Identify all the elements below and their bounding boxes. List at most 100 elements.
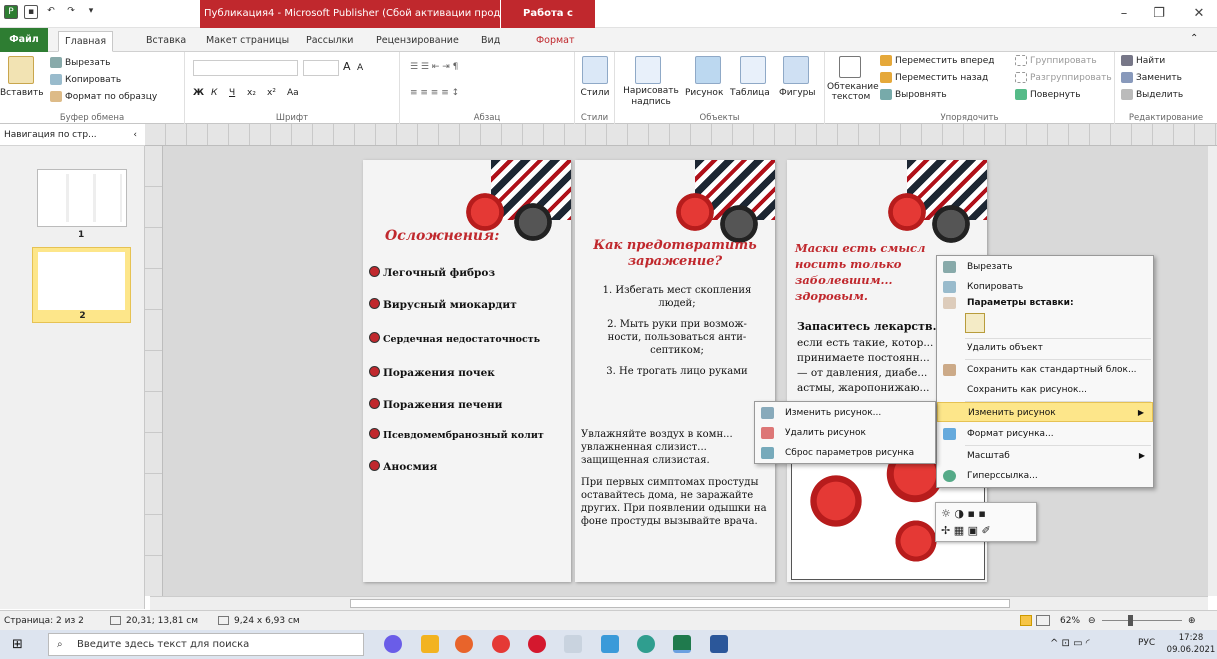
zoom-level[interactable]: 62%	[1060, 611, 1080, 631]
paste-icon[interactable]	[8, 56, 34, 84]
undo-icon[interactable]: ↶	[44, 5, 58, 19]
tab-mailings[interactable]: Рассылки	[300, 31, 359, 52]
horizontal-scrollbar[interactable]	[150, 596, 1208, 610]
menu-save-building-block[interactable]: Сохранить как стандартный блок...	[937, 360, 1153, 380]
replace-button[interactable]: Заменить	[1121, 71, 1182, 85]
tab-review[interactable]: Рецензирование	[370, 31, 465, 52]
font-name-input[interactable]	[193, 60, 298, 76]
paste-button[interactable]: Вставить	[0, 86, 44, 100]
picture-icon[interactable]	[695, 56, 721, 84]
tab-file[interactable]: Файл	[0, 28, 48, 52]
tab-home[interactable]: Главная	[58, 31, 114, 52]
align-icons[interactable]: ≡ ≡ ≡ ≡ ↕	[410, 86, 459, 100]
tab-format[interactable]: Формат	[530, 31, 581, 52]
windows-start-icon[interactable]: ⊞	[12, 638, 23, 651]
menu-save-as-picture[interactable]: Сохранить как рисунок...	[937, 380, 1153, 400]
word-taskbar-icon[interactable]	[710, 635, 728, 653]
yandex-browser-icon[interactable]	[492, 635, 510, 653]
opera-icon[interactable]	[528, 635, 546, 653]
submenu-change-picture[interactable]: Изменить рисунок...	[755, 403, 935, 423]
styles-icon[interactable]	[582, 56, 608, 84]
tab-insert[interactable]: Вставка	[140, 31, 192, 52]
change-case-button[interactable]: Aa	[287, 86, 299, 100]
menu-delete-object[interactable]: Удалить объект	[937, 338, 1153, 358]
edge-icon[interactable]	[637, 635, 655, 653]
menu-change-picture[interactable]: Изменить рисунок ▶	[937, 402, 1153, 422]
taskbar-search-input[interactable]: ⌕ Введите здесь текст для поиска	[48, 633, 364, 656]
grow-font-button[interactable]: A	[343, 60, 351, 74]
publisher-taskbar-icon[interactable]	[673, 635, 691, 653]
zoom-slider[interactable]	[1102, 620, 1182, 621]
customize-qat-icon[interactable]: ▾	[84, 5, 98, 19]
cortana-icon[interactable]	[384, 635, 402, 653]
panel-complications[interactable]: Осложнения: Легочный фиброз Вирусный мио…	[363, 160, 571, 582]
store-icon[interactable]	[601, 635, 619, 653]
page-thumbnail-1[interactable]	[37, 169, 127, 227]
horizontal-scroll-thumb[interactable]	[350, 599, 1010, 608]
font-size-input[interactable]	[303, 60, 339, 76]
align-button[interactable]: Выровнять	[880, 88, 947, 102]
redo-icon[interactable]: ↷	[64, 5, 78, 19]
menu-zoom[interactable]: Масштаб ▶	[937, 446, 1153, 466]
select-button[interactable]: Выделить	[1121, 88, 1183, 102]
close-icon[interactable]: ✕	[1185, 4, 1213, 24]
vertical-ruler[interactable]	[145, 146, 163, 596]
menu-hyperlink[interactable]: Гиперссылка...	[937, 466, 1153, 486]
restore-icon[interactable]: ❐	[1145, 4, 1173, 24]
bold-button[interactable]: Ж	[193, 86, 204, 100]
shapes-icon[interactable]	[783, 56, 809, 84]
menu-cut[interactable]: Вырезать	[937, 257, 1153, 277]
bullets-icon[interactable]: ☰ ☰ ⇤ ⇥ ¶	[410, 60, 458, 74]
two-page-view-icon[interactable]	[1036, 615, 1050, 626]
page-indicator[interactable]: Страница: 2 из 2	[4, 611, 84, 631]
zoom-slider-thumb[interactable]	[1128, 615, 1133, 626]
picture-button[interactable]: Рисунок	[685, 86, 723, 100]
find-button[interactable]: Найти	[1121, 54, 1165, 68]
system-tray-icons[interactable]: ^ ⊡ ▭ ◜	[1050, 638, 1090, 649]
shapes-button[interactable]: Фигуры	[779, 86, 815, 100]
vertical-scrollbar[interactable]	[1208, 146, 1217, 596]
mini-toolbar[interactable]: ☼ ◑ ▪ ▪ ✢ ▦ ▣ ✐	[935, 502, 1037, 542]
save-icon[interactable]: ▪	[24, 5, 38, 19]
firefox-icon[interactable]	[455, 635, 473, 653]
underline-button[interactable]: Ч	[229, 86, 235, 100]
textbox-icon[interactable]	[635, 56, 661, 84]
file-explorer-icon[interactable]	[421, 635, 439, 653]
panel-prevention[interactable]: Как предотвратить заражение? 1. Избегать…	[575, 160, 775, 582]
ungroup-button[interactable]: Разгруппировать	[1015, 71, 1112, 85]
menu-format-picture[interactable]: Формат рисунка...	[937, 424, 1153, 444]
italic-button[interactable]: К	[211, 86, 217, 100]
horizontal-ruler[interactable]	[145, 124, 1217, 146]
cut-button[interactable]: Вырезать	[50, 56, 110, 70]
paste-option-icon[interactable]	[965, 313, 985, 333]
page-thumbnail-2[interactable]: 2	[32, 247, 131, 323]
submenu-remove-picture[interactable]: Удалить рисунок	[755, 423, 935, 443]
minimize-icon[interactable]: –	[1110, 4, 1138, 24]
input-language[interactable]: РУС	[1138, 638, 1155, 648]
superscript-button[interactable]: x²	[267, 86, 276, 100]
group-button[interactable]: Группировать	[1015, 54, 1097, 68]
shrink-font-button[interactable]: A	[357, 61, 363, 75]
taskbar-clock[interactable]: 17:28 09.06.2021	[1166, 632, 1216, 656]
tab-page-layout[interactable]: Макет страницы	[200, 31, 295, 52]
wrap-text-button[interactable]: Обтекание текстом	[827, 82, 879, 102]
single-page-view-icon[interactable]	[1020, 615, 1032, 626]
zoom-out-icon[interactable]: ⊖	[1088, 611, 1096, 631]
copy-button[interactable]: Копировать	[50, 73, 121, 87]
table-icon[interactable]	[740, 56, 766, 84]
table-button[interactable]: Таблица	[730, 86, 770, 100]
draw-textbox-button[interactable]: Нарисовать надпись	[619, 86, 683, 108]
app-icon[interactable]	[564, 635, 582, 653]
format-painter-button[interactable]: Формат по образцу	[50, 90, 157, 104]
styles-button[interactable]: Стили	[577, 86, 613, 100]
collapse-ribbon-icon[interactable]: ⌃	[1190, 33, 1198, 44]
subscript-button[interactable]: x₂	[247, 86, 256, 100]
wrap-text-icon[interactable]	[839, 56, 861, 78]
bring-forward-button[interactable]: Переместить вперед	[880, 54, 995, 68]
tab-view[interactable]: Вид	[475, 31, 506, 52]
zoom-in-icon[interactable]: ⊕	[1188, 611, 1196, 631]
rotate-button[interactable]: Повернуть	[1015, 88, 1081, 102]
app-icon[interactable]: P	[4, 5, 18, 19]
send-backward-button[interactable]: Переместить назад	[880, 71, 988, 85]
submenu-reset-picture[interactable]: Сброс параметров рисунка	[755, 443, 935, 463]
